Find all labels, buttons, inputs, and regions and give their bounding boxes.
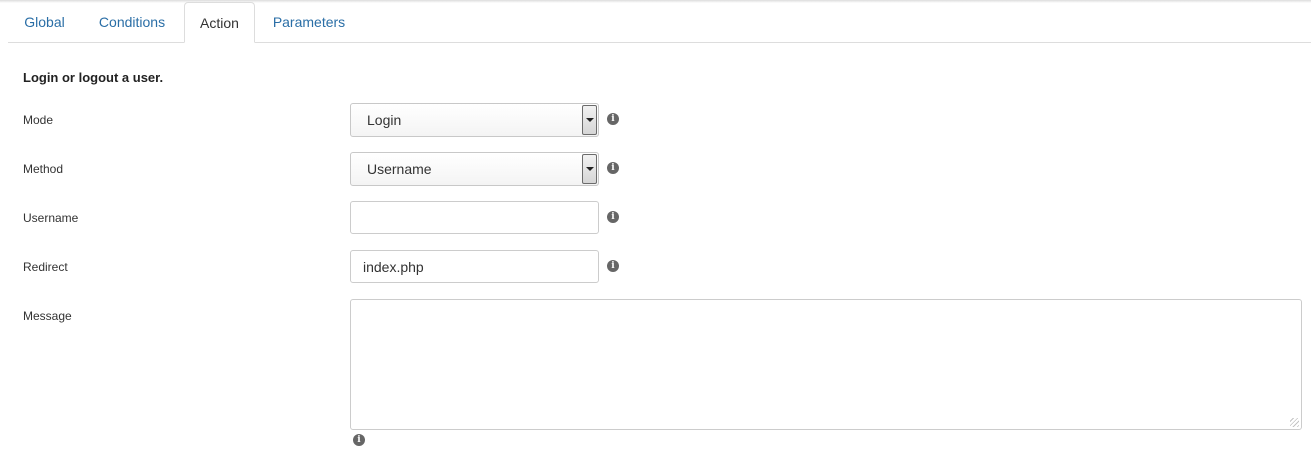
mode-select[interactable]: Login bbox=[350, 103, 599, 137]
method-select[interactable]: Username bbox=[350, 152, 599, 186]
method-label: Method bbox=[23, 162, 64, 176]
message-textarea[interactable] bbox=[350, 299, 1302, 430]
info-icon[interactable]: i bbox=[607, 260, 619, 272]
info-icon[interactable]: i bbox=[607, 162, 619, 174]
tab-conditions[interactable]: Conditions bbox=[90, 2, 174, 42]
info-icon[interactable]: i bbox=[607, 211, 619, 223]
mode-label: Mode bbox=[23, 113, 54, 127]
method-select-value: Username bbox=[367, 161, 432, 177]
tab-parameters[interactable]: Parameters bbox=[263, 2, 355, 42]
mode-select-value: Login bbox=[367, 112, 402, 128]
page: Global Conditions Action Parameters Logi… bbox=[0, 0, 1311, 455]
username-input[interactable] bbox=[350, 201, 599, 234]
tab-bar: Global Conditions Action Parameters bbox=[8, 2, 1311, 43]
username-label: Username bbox=[23, 211, 79, 225]
redirect-label: Redirect bbox=[23, 260, 68, 274]
redirect-input[interactable] bbox=[350, 250, 599, 283]
info-icon[interactable]: i bbox=[353, 434, 365, 446]
tab-action[interactable]: Action bbox=[184, 2, 255, 43]
section-heading: Login or logout a user. bbox=[23, 70, 164, 85]
info-icon[interactable]: i bbox=[607, 113, 619, 125]
message-label: Message bbox=[23, 309, 72, 323]
chevron-down-icon[interactable] bbox=[582, 105, 597, 135]
resize-grip-icon[interactable] bbox=[1290, 418, 1299, 427]
tab-global[interactable]: Global bbox=[8, 2, 81, 42]
chevron-down-icon[interactable] bbox=[582, 154, 597, 184]
